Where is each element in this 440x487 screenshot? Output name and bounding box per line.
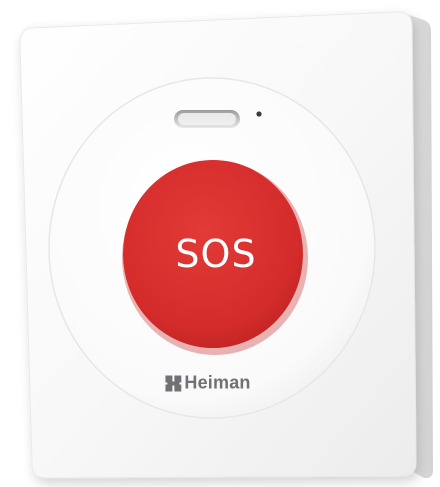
product-photo: SOS Heiman bbox=[0, 0, 440, 487]
sos-button-label[interactable]: SOS bbox=[175, 232, 256, 276]
brand-logo: Heiman bbox=[165, 373, 250, 394]
indicator-light-lens bbox=[178, 113, 236, 125]
brand-name: Heiman bbox=[184, 372, 251, 393]
sensor-dot-icon bbox=[256, 111, 262, 117]
heiman-logo-icon bbox=[165, 375, 182, 391]
